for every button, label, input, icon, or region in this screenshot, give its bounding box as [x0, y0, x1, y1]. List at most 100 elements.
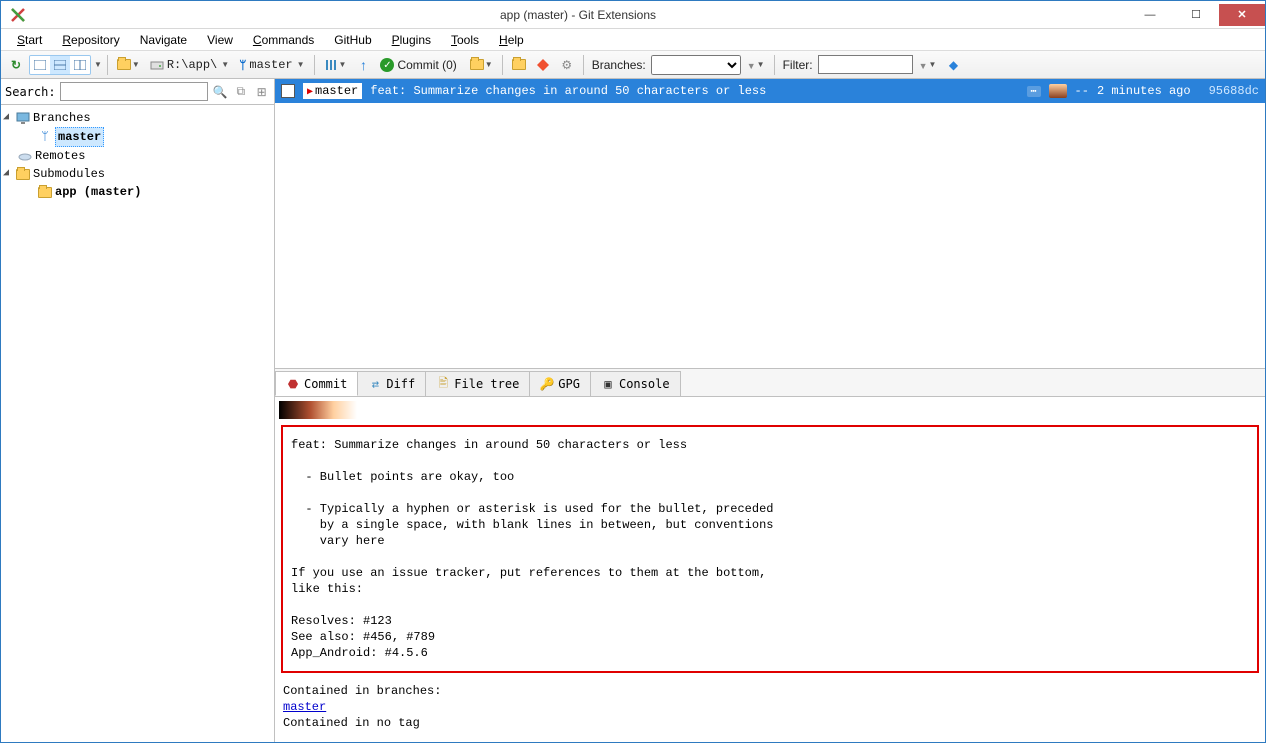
menu-view[interactable]: View — [199, 31, 241, 49]
go-button[interactable] — [942, 54, 964, 76]
tab-commit[interactable]: ⬣Commit — [275, 371, 358, 396]
submodules-label: Submodules — [33, 165, 105, 183]
search-copy-button[interactable]: ⧉ — [232, 83, 249, 101]
stash-dropdown-button[interactable]: ▼ — [466, 54, 497, 76]
tree-remotes[interactable]: Remotes — [3, 147, 272, 165]
commit-time: 2 minutes ago — [1097, 84, 1201, 98]
layout-2-button[interactable] — [50, 56, 70, 74]
tab-diff-label: Diff — [386, 377, 415, 391]
arrow-up-icon — [360, 57, 367, 73]
menu-start[interactable]: Start — [9, 31, 50, 49]
branch-icon: ᛘ — [239, 58, 246, 72]
folder-icon — [512, 59, 526, 70]
commit-list-row[interactable]: ▶master feat: Summarize changes in aroun… — [275, 79, 1265, 103]
folder-icon — [117, 59, 131, 70]
branches-select[interactable] — [651, 55, 741, 75]
window-buttons: — ☐ ✕ — [1127, 4, 1265, 26]
browse-button[interactable] — [508, 54, 530, 76]
layout-3-button[interactable] — [70, 56, 90, 74]
drive-icon — [150, 59, 164, 71]
menu-tools[interactable]: Tools — [443, 31, 487, 49]
folder-icon — [15, 167, 31, 181]
expander-icon[interactable]: ◢ — [3, 165, 13, 183]
folder-icon — [37, 185, 53, 199]
commit-button[interactable]: Commit (0) — [376, 54, 463, 76]
search-input[interactable] — [60, 82, 208, 101]
tab-console-label: Console — [619, 377, 670, 391]
commit-branch-label: master — [315, 84, 358, 98]
branch-link-master[interactable]: master — [283, 700, 326, 714]
layout-1-button[interactable] — [30, 56, 50, 74]
git-bash-button[interactable] — [532, 54, 554, 76]
more-icon[interactable]: ⋯ — [1027, 86, 1041, 97]
branch-filter-funnel[interactable]: ▼ — [743, 54, 769, 76]
diamond-icon — [536, 58, 550, 72]
diff-icon: ⇄ — [368, 377, 382, 391]
menu-repository[interactable]: Repository — [54, 31, 127, 49]
funnel-icon — [919, 58, 928, 72]
branches-label: Branches — [33, 109, 91, 127]
commit-checkbox[interactable] — [281, 84, 295, 98]
menubar: Start Repository Navigate View Commands … — [1, 29, 1265, 51]
search-opts-button[interactable]: ⊞ — [253, 83, 270, 101]
pull-button[interactable] — [352, 54, 374, 76]
menu-help[interactable]: Help — [491, 31, 532, 49]
stash-icon — [324, 58, 338, 72]
funnel-icon — [747, 58, 756, 72]
right-pane: ▶master feat: Summarize changes in aroun… — [275, 79, 1265, 742]
submodule-app-label: app (master) — [55, 183, 141, 201]
window-title: app (master) - Git Extensions — [29, 8, 1127, 22]
menu-commands[interactable]: Commands — [245, 31, 322, 49]
detail-body[interactable]: feat: Summarize changes in around 50 cha… — [275, 397, 1265, 742]
tab-gpg-label: GPG — [558, 377, 580, 391]
tree-branches[interactable]: ◢ Branches — [3, 109, 272, 127]
tab-filetree[interactable]: 🖹 File tree — [425, 371, 530, 396]
repo-path-button[interactable]: R:\app\▼ — [146, 54, 233, 76]
copy-icon: ⧉ — [237, 84, 246, 99]
tree-icon: 🖹 — [436, 377, 450, 391]
tab-filetree-label: File tree — [454, 377, 519, 391]
filter-label: Filter: — [780, 58, 816, 72]
minimize-button[interactable]: — — [1127, 4, 1173, 26]
layout-dropdown-icon[interactable]: ▼ — [94, 60, 102, 69]
cloud-icon — [17, 149, 33, 163]
maximize-button[interactable]: ☐ — [1173, 4, 1219, 26]
commit-hash: 95688dc — [1209, 84, 1259, 98]
menu-navigate[interactable]: Navigate — [132, 31, 195, 49]
filter-funnel[interactable]: ▼ — [915, 54, 941, 76]
main-area: Search: 🔍 ⧉ ⊞ ◢ Branches ᛘ master R — [1, 79, 1265, 742]
close-button[interactable]: ✕ — [1219, 4, 1265, 26]
window-icon: ⊞ — [257, 85, 267, 99]
tree-submodules[interactable]: ◢ Submodules — [3, 165, 272, 183]
left-pane: Search: 🔍 ⧉ ⊞ ◢ Branches ᛘ master R — [1, 79, 275, 742]
commit-refs: Contained in branches: master Contained … — [279, 681, 1261, 733]
branch-master-label: master — [55, 127, 104, 147]
repo-button[interactable]: ▼ — [113, 54, 144, 76]
refresh-icon — [11, 58, 21, 72]
app-window: app (master) - Git Extensions — ☐ ✕ Star… — [0, 0, 1266, 743]
filter-input[interactable] — [818, 55, 913, 74]
tab-gpg[interactable]: 🔑GPG — [529, 371, 591, 396]
tree-submodule-app[interactable]: app (master) — [3, 183, 272, 201]
refresh-button[interactable] — [5, 54, 27, 76]
diamond-icon — [949, 58, 958, 72]
layout-buttons — [29, 55, 91, 75]
menu-plugins[interactable]: Plugins — [384, 31, 439, 49]
commit-message-box[interactable]: feat: Summarize changes in around 50 cha… — [281, 425, 1259, 673]
contained-tags-label: Contained in no tag — [283, 716, 420, 730]
search-label: Search: — [5, 85, 56, 99]
commit-graph-area[interactable] — [275, 103, 1265, 368]
settings-button[interactable]: ⚙ — [556, 54, 578, 76]
search-go-button[interactable]: 🔍 — [212, 83, 229, 101]
stash-button[interactable]: ▼ — [320, 54, 351, 76]
monitor-icon — [15, 111, 31, 125]
expander-icon[interactable]: ◢ — [3, 109, 13, 127]
gear-icon: ⚙ — [561, 58, 572, 72]
tab-diff[interactable]: ⇄ Diff — [357, 371, 426, 396]
menu-github[interactable]: GitHub — [326, 31, 379, 49]
tree-branch-master[interactable]: ᛘ master — [3, 127, 272, 147]
console-icon: ▣ — [601, 377, 615, 391]
branch-button[interactable]: ᛘmaster▼ — [235, 54, 308, 76]
search-icon: 🔍 — [213, 85, 228, 99]
tab-console[interactable]: ▣ Console — [590, 371, 681, 396]
